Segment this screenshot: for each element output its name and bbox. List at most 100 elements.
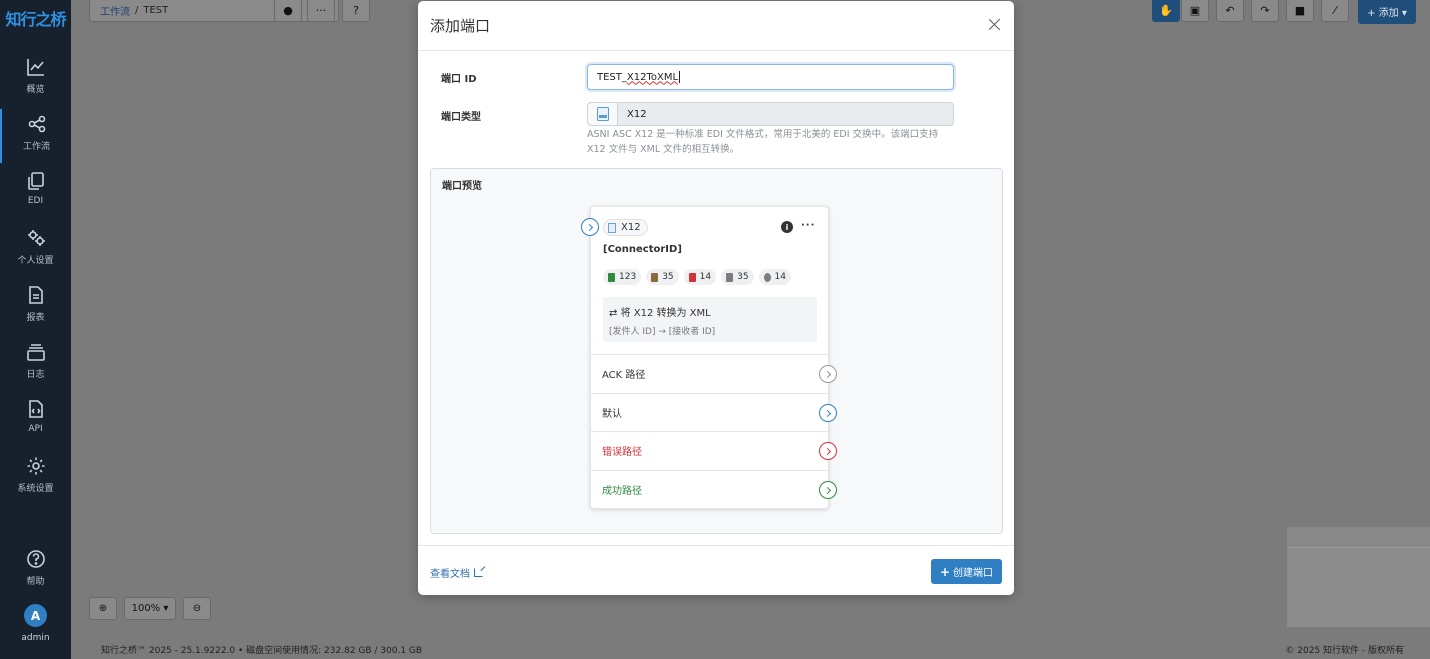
- connector-type-badge-text: X12: [621, 222, 641, 233]
- sidebar-item-personal-settings[interactable]: 个人设置: [0, 223, 71, 277]
- stat-skipped[interactable]: 35: [721, 269, 754, 285]
- breadcrumb-current: TEST: [143, 4, 169, 16]
- user-button[interactable]: ●: [274, 0, 302, 22]
- minimap[interactable]: [1287, 527, 1430, 627]
- avatar[interactable]: A: [24, 604, 47, 627]
- redo-button[interactable]: ↷: [1251, 0, 1279, 22]
- route-ack[interactable]: ACK 路径: [591, 354, 837, 392]
- status-bar: 知行之桥™ 2025 - 25.1.9222.0 • 磁盘空间使用情况: 232…: [71, 640, 1430, 659]
- route-label: 错误路径: [602, 447, 642, 458]
- info-icon[interactable]: i: [781, 221, 793, 233]
- zoom-level-select[interactable]: 100% ▾: [124, 597, 176, 620]
- output-port-default[interactable]: [819, 404, 837, 422]
- stat-success[interactable]: 123: [603, 269, 642, 285]
- sidebar-item-label: 报表: [26, 313, 45, 323]
- select-icon: ▣: [1189, 3, 1201, 17]
- breadcrumb-root[interactable]: 工作流: [100, 3, 130, 18]
- route-error[interactable]: 错误路径: [591, 431, 837, 469]
- question-circle-icon: [25, 548, 47, 570]
- stat-unassigned[interactable]: 14: [758, 269, 791, 285]
- routing-line: [发件人 ID] → [接收者 ID]: [609, 327, 716, 337]
- chevron-right-icon: [585, 223, 593, 231]
- view-docs-link[interactable]: 查看文档: [430, 565, 483, 580]
- chevron-right-icon: [823, 486, 831, 494]
- connector-type-value: X12: [627, 108, 647, 120]
- sidebar-item-label: 系统设置: [17, 484, 54, 494]
- sidebar: 知行之桥 概览 工作流 EDI 个人设置 报表 日志 API 系统设置 帮助 A…: [0, 0, 71, 659]
- minimap-viewport[interactable]: [1287, 547, 1430, 627]
- ellipsis-icon[interactable]: ···: [801, 220, 815, 231]
- stat-pending[interactable]: 35: [646, 269, 679, 285]
- output-port-success[interactable]: [819, 481, 837, 499]
- connector-card: X12 i ··· [ConnectorID] 123 35 14 35 14 …: [581, 206, 837, 509]
- copy-icon: [25, 170, 47, 192]
- file-skipped-icon: [726, 272, 734, 282]
- snapshot-button[interactable]: ■: [1286, 0, 1314, 22]
- output-port-ack[interactable]: [819, 365, 837, 383]
- chevron-right-icon: [823, 370, 831, 378]
- connector-id-label: 端口 ID: [441, 74, 477, 85]
- file-pending-icon: [651, 272, 659, 282]
- auto-layout-button[interactable]: ⁄: [1321, 0, 1349, 22]
- file-lines-icon: [25, 284, 47, 306]
- sidebar-item-api[interactable]: API: [0, 394, 71, 448]
- message-stats: 123 35 14 35 14: [603, 269, 791, 285]
- sidebar-item-label: EDI: [27, 196, 44, 206]
- undo-button[interactable]: ↶: [1216, 0, 1244, 22]
- chevron-right-icon: [823, 409, 831, 417]
- user-name: admin: [21, 633, 50, 643]
- file-code-icon: [25, 398, 47, 420]
- file-success-icon: [608, 272, 615, 282]
- x12-file-icon: [588, 103, 618, 125]
- chevron-right-icon: [823, 447, 831, 455]
- connector-type-label: 端口类型: [441, 112, 481, 123]
- select-mode-button[interactable]: ▣: [1181, 0, 1209, 22]
- copyright: © 2025 知行软件 - 版权所有: [1285, 646, 1404, 656]
- zoom-in-icon: ⊕: [98, 603, 108, 614]
- add-button[interactable]: + 添加 ▾: [1358, 0, 1416, 24]
- undo-icon: ↶: [1225, 3, 1235, 17]
- share-nodes-icon: [26, 113, 48, 135]
- pan-mode-button[interactable]: ✋: [1152, 0, 1180, 22]
- zoom-out-button[interactable]: ⊖: [183, 597, 211, 620]
- create-connector-button[interactable]: + 创建端口: [930, 559, 1002, 584]
- conversion-line: ⇄ 将 X12 转换为 XML: [609, 308, 711, 319]
- route-default[interactable]: 默认: [591, 393, 837, 431]
- external-link-icon: [474, 568, 483, 577]
- ellipsis-icon: ···: [315, 3, 327, 17]
- file-unassigned-icon: [763, 272, 771, 282]
- connector-preview: 端口预览 X12 i ··· [ConnectorID] 123 35 14 3…: [430, 168, 1003, 534]
- view-docs-label: 查看文档: [430, 569, 470, 580]
- sidebar-item-label: 工作流: [22, 142, 50, 152]
- sidebar-item-edi[interactable]: EDI: [0, 166, 71, 220]
- stat-error[interactable]: 14: [683, 269, 717, 285]
- file-error-icon: [688, 272, 696, 282]
- sidebar-item-help[interactable]: 帮助: [0, 544, 71, 598]
- sidebar-item-overview[interactable]: 概览: [0, 52, 71, 106]
- sidebar-item-workflow[interactable]: 工作流: [0, 109, 71, 163]
- connector-type-badge: X12: [603, 219, 648, 236]
- sidebar-item-label: 概览: [26, 85, 45, 95]
- sidebar-item-reports[interactable]: 报表: [0, 280, 71, 334]
- zoom-in-button[interactable]: ⊕: [89, 597, 117, 620]
- camera-icon: ■: [1294, 3, 1306, 17]
- close-icon[interactable]: [986, 16, 1004, 34]
- question-icon: ?: [353, 3, 359, 17]
- stat-value: 14: [699, 272, 712, 282]
- sidebar-item-system-settings[interactable]: 系统设置: [0, 451, 71, 505]
- gears-icon: [25, 227, 47, 249]
- sidebar-item-label: 帮助: [26, 577, 45, 587]
- output-port-error[interactable]: [819, 442, 837, 460]
- input-port[interactable]: [581, 218, 599, 236]
- route-label: ACK 路径: [602, 370, 646, 381]
- connector-id-input[interactable]: TEST_ X12ToXML: [587, 64, 954, 90]
- help-button[interactable]: ?: [342, 0, 370, 22]
- sidebar-item-logs[interactable]: 日志: [0, 337, 71, 391]
- brand-logo[interactable]: 知行之桥: [0, 0, 71, 36]
- route-success[interactable]: 成功路径: [591, 470, 837, 508]
- plus-icon: +: [939, 564, 950, 579]
- sidebar-item-label: 个人设置: [17, 256, 54, 266]
- more-button[interactable]: ···: [307, 0, 335, 22]
- connector-id-value-rest: X12ToXML: [626, 71, 679, 83]
- redo-icon: ↷: [1260, 3, 1270, 17]
